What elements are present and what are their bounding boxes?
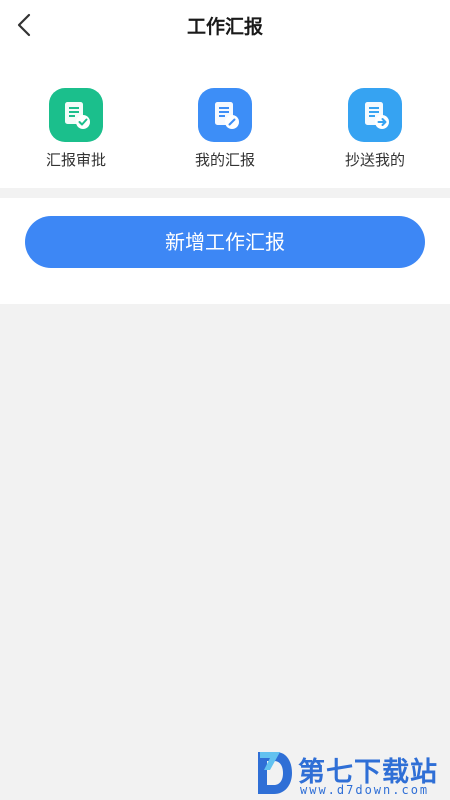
- page: 工作汇报 汇报审批 我的汇报 抄送我的 新增工作汇报 第七下载站 www.d7d…: [0, 0, 450, 800]
- page-title: 工作汇报: [186, 16, 263, 38]
- report-approval-label: 汇报审批: [45, 151, 106, 169]
- my-report-shortcut[interactable]: 我的汇报: [170, 88, 280, 174]
- my-report-icon: [215, 102, 239, 129]
- my-report-icon-tile: [198, 88, 252, 142]
- my-report-label: 我的汇报: [194, 151, 255, 169]
- report-approval-icon: [65, 102, 90, 129]
- cc-to-me-shortcut[interactable]: 抄送我的: [320, 88, 430, 174]
- add-work-report-button[interactable]: 新增工作汇报: [25, 216, 425, 268]
- cc-to-me-icon: [365, 102, 389, 129]
- cc-to-me-icon-tile: [348, 88, 402, 142]
- action-panel: 新增工作汇报: [0, 198, 450, 304]
- cc-to-me-label: 抄送我的: [344, 151, 405, 169]
- report-approval-icon-tile: [49, 88, 103, 142]
- watermark-url: www.d7down.com: [300, 783, 430, 797]
- watermark-logo: 第七下载站 www.d7down.com: [254, 748, 446, 798]
- shortcut-panel: 汇报审批 我的汇报 抄送我的: [0, 54, 450, 188]
- d7-logo-icon: [258, 752, 292, 794]
- report-approval-shortcut[interactable]: 汇报审批: [21, 88, 131, 174]
- header-bar: 工作汇报: [0, 0, 450, 54]
